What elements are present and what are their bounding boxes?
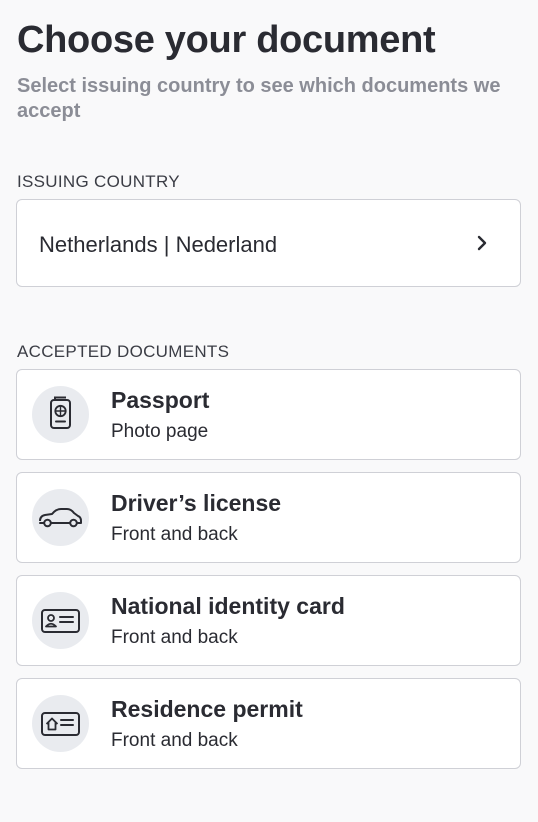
chevron-right-icon (477, 235, 487, 251)
issuing-country-label: ISSUING COUNTRY (17, 172, 180, 191)
document-selection-screen: Choose your document Select issuing coun… (0, 0, 538, 822)
passport-icon (32, 386, 89, 443)
document-name: National identity card (111, 593, 345, 619)
document-option-national-id[interactable]: National identity card Front and back (16, 575, 521, 666)
document-detail: Front and back (111, 627, 238, 648)
document-detail: Photo page (111, 421, 209, 442)
document-option-drivers-license[interactable]: Driver’s license Front and back (16, 472, 521, 563)
document-name: Driver’s license (111, 490, 282, 516)
document-name: Residence permit (111, 696, 303, 722)
country-value: Netherlands | Nederland (39, 232, 278, 257)
residence-permit-icon (32, 695, 89, 752)
document-detail: Front and back (111, 730, 238, 751)
document-option-passport[interactable]: Passport Photo page (16, 369, 521, 460)
accepted-documents-label: ACCEPTED DOCUMENTS (17, 342, 230, 361)
car-icon (32, 489, 89, 546)
document-detail: Front and back (111, 524, 238, 545)
page-title: Choose your document (17, 19, 436, 61)
id-card-icon (32, 592, 89, 649)
page-subtitle: Select issuing country to see which docu… (17, 75, 501, 122)
issuing-country-selector[interactable]: Netherlands | Nederland (16, 199, 521, 287)
document-name: Passport (111, 387, 210, 413)
document-option-residence-permit[interactable]: Residence permit Front and back (16, 678, 521, 769)
